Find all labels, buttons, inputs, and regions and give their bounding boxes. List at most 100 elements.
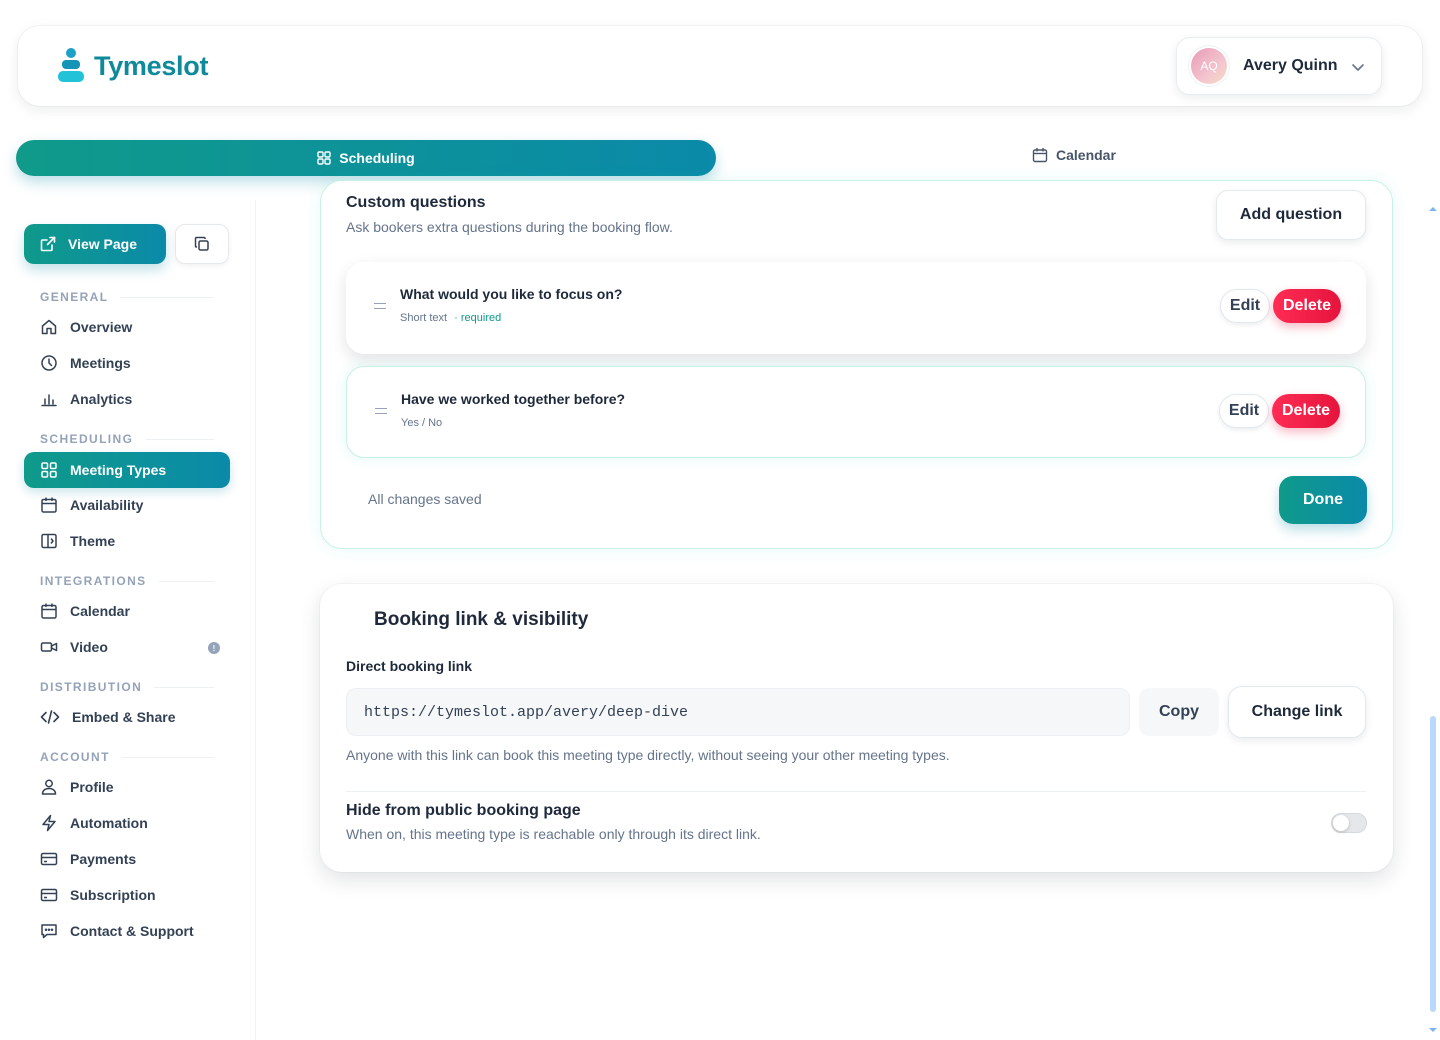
app-logo[interactable]: Tymeslot [58,48,208,84]
sidebar-item-theme[interactable]: Theme [24,523,230,559]
sidebar-item-label: Video [70,639,108,655]
app-header: Tymeslot AQ Avery Quinn [18,26,1422,106]
sidebar-item-overview[interactable]: Overview [24,309,230,345]
chevron-down-icon [1352,64,1364,71]
copy-link-button[interactable] [175,224,229,264]
section-label-scheduling: SCHEDULING [40,432,214,446]
grid-icon [41,462,57,478]
sidebar-item-label: Meetings [70,355,131,371]
sidebar-item-meeting-types[interactable]: Meeting Types [24,452,230,488]
app-name: Tymeslot [94,50,209,81]
hide-toggle-subtitle: When on, this meeting type is reachable … [346,826,761,842]
section-label-general: GENERAL [40,290,214,304]
video-icon [40,642,58,652]
change-link-button[interactable]: Change link [1228,686,1366,738]
divider [346,791,1366,792]
avatar: AQ [1191,48,1227,84]
copy-link-button[interactable]: Copy [1139,688,1219,736]
question-meta: Yes / No [401,417,442,429]
section-label-distribution: DISTRIBUTION [40,680,214,694]
sidebar-item-label: Automation [70,815,148,831]
section-label-account: ACCOUNT [40,750,214,764]
calendar-icon [41,497,57,513]
logo-icon [58,48,84,84]
bolt-icon [42,814,56,832]
sidebar-item-profile[interactable]: Profile [24,769,230,805]
sidebar-item-contact-support[interactable]: Contact & Support [24,913,230,949]
sidebar-item-label: Contact & Support [70,923,194,939]
sidebar-item-automation[interactable]: Automation [24,805,230,841]
user-icon [41,779,57,795]
sidebar-item-label: Subscription [70,887,156,903]
sidebar-item-label: Calendar [70,603,130,619]
sidebar-item-analytics[interactable]: Analytics [24,381,230,417]
booking-url-field[interactable]: https://tymeslot.app/avery/deep-dive [346,688,1130,736]
question-label: Have we worked together before? [401,391,626,407]
sidebar-item-calendar[interactable]: Calendar [24,593,230,629]
sidebar-item-label: Overview [70,319,133,335]
section-subtitle: Ask bookers extra questions during the b… [346,219,673,235]
clock-icon [41,355,57,371]
add-question-button[interactable]: Add question [1216,190,1366,240]
bar-chart-icon [41,394,57,407]
scroll-up-icon[interactable] [1428,205,1438,213]
section-title: Custom questions [346,194,486,211]
sidebar-item-label: Profile [70,779,114,795]
user-menu-button[interactable]: AQ Avery Quinn [1176,37,1382,95]
done-button[interactable]: Done [1279,476,1367,524]
info-badge-icon[interactable]: ! [208,642,220,654]
sidebar-item-meetings[interactable]: Meetings [24,345,230,381]
edit-button[interactable]: Edit [1220,289,1270,323]
help-text: Anyone with this link can book this meet… [346,747,950,763]
layout-icon [41,533,57,549]
sidebar-item-embed-share[interactable]: Embed & Share [24,699,230,735]
grid-icon [317,151,331,165]
chat-icon [41,924,57,939]
section-label-integrations: INTEGRATIONS [40,574,214,588]
sidebar: View Page GENERAL Overview Meetings Anal… [0,200,256,1040]
home-icon [41,319,57,335]
question-type: Yes / No [401,417,443,429]
question-meta: Short text · required [400,312,501,324]
toggle-knob [1333,815,1349,831]
hide-toggle-title: Hide from public booking page [346,802,581,819]
drag-handle-icon[interactable] [375,408,387,418]
sidebar-item-label: Payments [70,851,137,867]
section-title: Booking link & visibility [374,609,589,630]
credit-card-icon [40,852,58,866]
tab-calendar[interactable]: Calendar [1032,147,1116,163]
scroll-down-icon[interactable] [1428,1026,1438,1034]
external-link-icon [40,236,56,252]
tab-label: Calendar [1056,147,1116,163]
direct-link-label: Direct booking link [346,658,473,674]
required-badge: · required [454,312,502,324]
question-label: What would you like to focus on? [400,286,623,302]
save-status: All changes saved [368,491,482,507]
calendar-icon [1032,148,1048,163]
question-item: What would you like to focus on? Short t… [346,262,1366,354]
edit-button[interactable]: Edit [1219,394,1269,428]
credit-card-icon [40,888,58,902]
drag-handle-icon[interactable] [374,303,386,313]
sidebar-item-label: Availability [70,497,144,513]
delete-button[interactable]: Delete [1272,394,1340,428]
sidebar-item-label: Analytics [70,391,133,407]
sidebar-item-video[interactable]: Video ! [24,629,230,665]
scrollbar-thumb[interactable] [1430,716,1436,1012]
sidebar-item-label: Embed & Share [72,709,176,725]
view-page-button[interactable]: View Page [24,224,166,264]
hide-public-toggle[interactable] [1331,813,1367,833]
sidebar-item-label: Meeting Types [70,462,167,478]
sidebar-item-label: Theme [70,533,116,549]
tab-label: Scheduling [339,150,415,166]
view-page-label: View Page [68,236,138,252]
question-type: Short text [400,312,448,324]
tab-scheduling[interactable]: Scheduling [16,140,716,176]
sidebar-item-payments[interactable]: Payments [24,841,230,877]
code-icon [40,710,60,724]
sidebar-item-availability[interactable]: Availability [24,487,230,523]
copy-icon [194,236,209,251]
delete-button[interactable]: Delete [1273,289,1341,323]
sidebar-item-subscription[interactable]: Subscription [24,877,230,913]
calendar-icon [41,603,57,619]
